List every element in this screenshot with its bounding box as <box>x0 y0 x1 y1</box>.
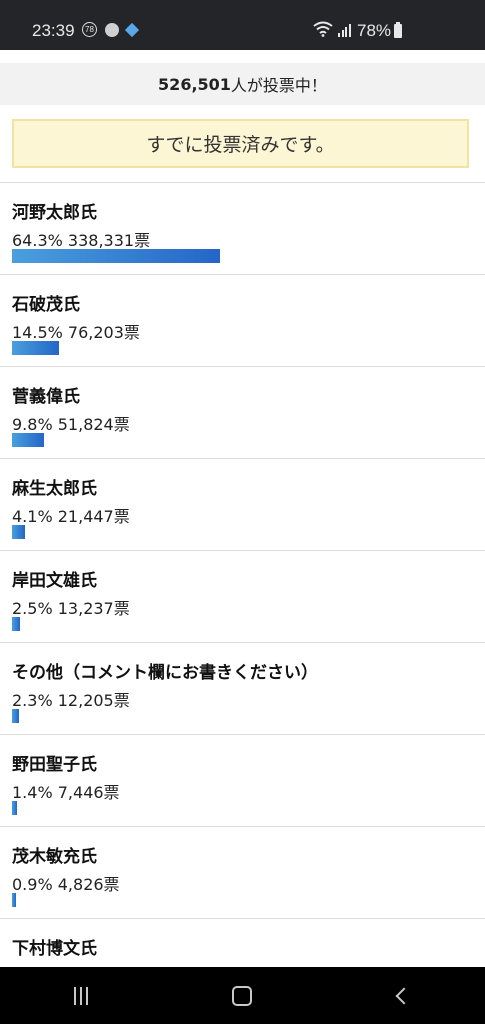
candidate-stats: 2.5% 13,237票 <box>12 595 130 619</box>
result-row: 石破茂氏 14.5% 76,203票 <box>0 274 485 366</box>
clock: 23:39 <box>32 21 75 40</box>
cell-signal-icon <box>338 24 351 37</box>
back-icon <box>395 987 413 1004</box>
vote-total: 21,447票 <box>57 507 130 526</box>
poll-results-page: 526,501 人が投票中！ すでに投票済みです。 河野太郎氏 64.3% 338,… <box>0 50 485 967</box>
home-icon <box>232 985 253 1006</box>
app-notification-icon <box>105 22 119 37</box>
notification-icons: 78 <box>82 22 140 37</box>
vote-percent: 4.1% <box>12 507 53 526</box>
candidate-name: その他（コメント欄にお書きください） <box>12 663 318 683</box>
candidate-name: 岸田文雄氏 <box>12 571 97 591</box>
vote-share-bar <box>12 249 220 263</box>
vote-percent: 14.5% <box>12 323 63 342</box>
system-nav-bar <box>0 967 485 1024</box>
vote-share-bar <box>12 433 44 447</box>
result-row: 菅義偉氏 9.8% 51,824票 <box>0 366 485 458</box>
vote-count-number: 526,501 <box>158 74 231 94</box>
battery-percent: 78% <box>357 21 392 40</box>
vote-percent: 2.5% <box>12 599 53 618</box>
vote-share-bar <box>12 893 16 907</box>
candidate-stats: 14.5% 76,203票 <box>12 319 140 343</box>
recents-icon <box>73 986 88 1005</box>
result-row: 河野太郎氏 64.3% 338,331票 <box>0 182 485 274</box>
result-row: 茂木敏充氏 0.9% 4,826票 <box>0 826 485 918</box>
vote-count-banner: 526,501 人が投票中！ <box>0 63 485 105</box>
vote-total: 4,826票 <box>57 875 120 894</box>
vote-percent: 1.4% <box>12 783 53 802</box>
candidate-name: 菅義偉氏 <box>12 387 80 407</box>
result-row: 下村博文氏 <box>0 918 485 967</box>
recents-button[interactable] <box>51 976 111 1016</box>
candidate-stats: 2.3% 12,205票 <box>12 687 130 711</box>
vote-percent: 64.3% <box>12 231 63 250</box>
vote-count-suffix: 人が投票中！ <box>230 76 327 95</box>
wifi-icon <box>313 21 333 37</box>
vote-percent: 0.9% <box>12 875 53 894</box>
battery-icon <box>394 22 402 38</box>
vote-total: 338,331票 <box>67 231 151 250</box>
candidate-stats: 9.8% 51,824票 <box>12 411 130 435</box>
candidate-stats: 4.1% 21,447票 <box>12 503 130 527</box>
status-bar: 23:39 78 78% <box>0 0 485 50</box>
already-voted-notice: すでに投票済みです。 <box>12 119 469 168</box>
vote-share-bar <box>12 709 19 723</box>
candidate-stats: 0.9% 4,826票 <box>12 871 120 895</box>
notification-badge-icon: 78 <box>82 22 97 37</box>
candidate-name: 河野太郎氏 <box>12 203 97 223</box>
vote-share-bar <box>12 801 17 815</box>
back-button[interactable] <box>374 976 434 1016</box>
candidate-name: 麻生太郎氏 <box>12 479 97 499</box>
vote-percent: 9.8% <box>12 415 53 434</box>
candidate-name: 石破茂氏 <box>12 295 80 315</box>
candidate-name: 下村博文氏 <box>12 939 97 959</box>
result-row: 麻生太郎氏 4.1% 21,447票 <box>0 458 485 550</box>
results-list: 河野太郎氏 64.3% 338,331票石破茂氏 14.5% 76,203票菅義偉氏… <box>0 182 485 967</box>
home-button[interactable] <box>212 976 272 1016</box>
result-row: 岸田文雄氏 2.5% 13,237票 <box>0 550 485 642</box>
vote-total: 12,205票 <box>57 691 130 710</box>
result-row: 野田聖子氏 1.4% 7,446票 <box>0 734 485 826</box>
candidate-name: 野田聖子氏 <box>12 755 97 775</box>
result-row: その他（コメント欄にお書きください） 2.3% 12,205票 <box>0 642 485 734</box>
candidate-stats: 64.3% 338,331票 <box>12 227 150 251</box>
vote-percent: 2.3% <box>12 691 53 710</box>
vote-share-bar <box>12 617 20 631</box>
app-diamond-icon <box>124 22 140 37</box>
vote-share-bar <box>12 341 59 355</box>
vote-total: 76,203票 <box>67 323 140 342</box>
vote-total: 13,237票 <box>57 599 130 618</box>
vote-total: 51,824票 <box>57 415 130 434</box>
vote-share-bar <box>12 525 25 539</box>
vote-total: 7,446票 <box>57 783 120 802</box>
candidate-stats: 1.4% 7,446票 <box>12 779 120 803</box>
candidate-name: 茂木敏充氏 <box>12 847 97 867</box>
